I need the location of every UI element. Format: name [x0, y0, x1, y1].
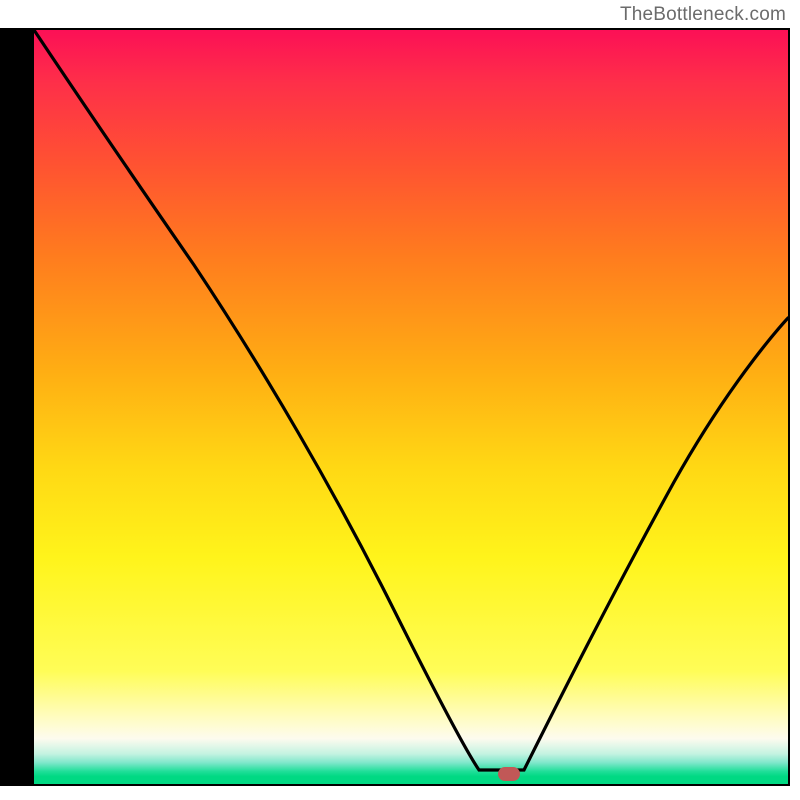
watermark-text: TheBottleneck.com	[620, 4, 786, 26]
plot-area	[34, 30, 788, 784]
optimal-marker	[498, 767, 520, 781]
left-axis-strip	[0, 28, 32, 786]
chart-container: TheBottleneck.com	[0, 0, 800, 800]
bottleneck-curve	[34, 30, 788, 770]
plot-frame	[32, 28, 790, 786]
curve-layer	[34, 30, 788, 784]
